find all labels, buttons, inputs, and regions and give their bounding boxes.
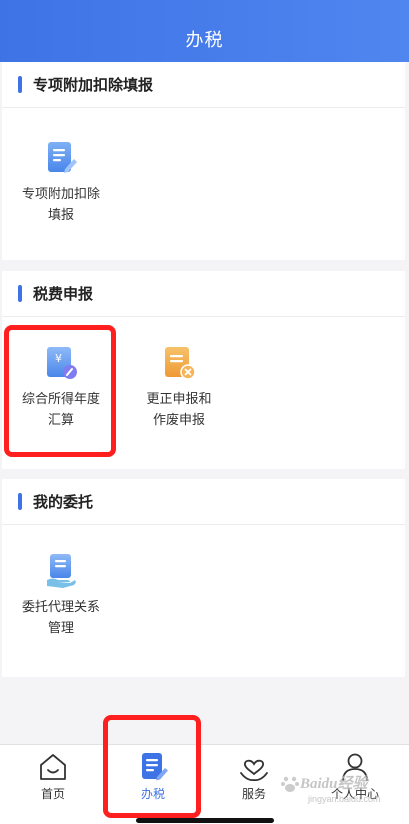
document-edit-icon [43,140,79,176]
section-accent-bar [18,493,22,510]
hand-document-icon [43,553,79,589]
tile-label-line1: 更正申报和 [146,392,212,407]
section-accent-bar [18,285,22,302]
section-title: 税费申报 [33,285,94,303]
home-indicator [136,818,274,823]
tile-delegation-management[interactable]: 委托代理关系 管理 [6,553,116,639]
tile-label-line2: 作废申报 [152,413,205,428]
section-header: 专项附加扣除填报 [2,62,405,108]
app-header: 办税 [0,0,409,62]
heart-hand-icon [238,751,270,783]
section-title: 专项附加扣除填报 [33,76,154,94]
watermark-url: jingyan.baidu.com [308,794,381,804]
page-title: 办税 [185,30,224,51]
tile-correct-void-filing[interactable]: 更正申报和 作废申报 [124,345,234,431]
tab-label: 首页 [40,787,65,801]
tile-label-line1: 专项附加扣除 [21,187,100,202]
cancel-document-icon [161,345,197,381]
tab-home[interactable]: 首页 [3,751,103,802]
home-icon [37,751,69,783]
highlight-annual-settlement [4,325,116,457]
tile-label-line2: 填报 [47,208,74,223]
section-header: 税费申报 [2,271,405,317]
highlight-tab-tax [103,715,201,818]
tile-label-line1: 委托代理关系 [21,600,100,615]
tile-label-line2: 管理 [47,621,74,636]
watermark-text: Baidu经验 [300,776,368,792]
tile-special-deduction-fill[interactable]: 专项附加扣除 填报 [6,140,116,226]
section-my-delegation: 我的委托 委托代理关系 管理 [2,479,405,677]
paw-logo-icon [281,776,299,792]
section-special-deduction: 专项附加扣除填报 专项附加扣除 填报 [2,62,405,260]
watermark: Baidu经验 jingyan.baidu.com [278,772,406,812]
section-title: 我的委托 [33,493,94,511]
section-accent-bar [18,76,22,93]
section-header: 我的委托 [2,479,405,525]
